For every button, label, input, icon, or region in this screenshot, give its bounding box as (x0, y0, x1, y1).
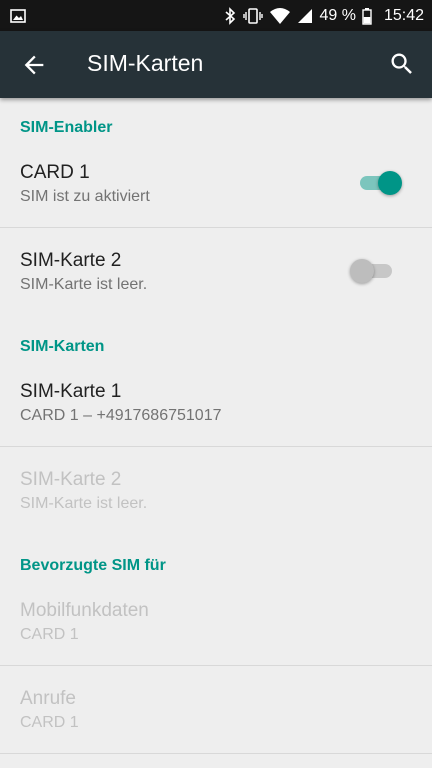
page-title: SIM-Karten (87, 50, 204, 76)
divider (0, 227, 432, 228)
item-subtitle: SIM ist zu aktiviert (20, 188, 150, 205)
list-item-sim-karte-2: SIM-Karte 2 SIM-Karte ist leer. (0, 457, 432, 534)
item-subtitle: SIM-Karte ist leer. (20, 495, 148, 512)
item-title: Mobilfunkdaten (20, 600, 149, 621)
item-subtitle: CARD 1 (20, 626, 79, 643)
item-subtitle: SIM-Karte ist leer. (20, 276, 148, 293)
list-item-sim-karte-2-enabler[interactable]: SIM-Karte 2 SIM-Karte ist leer. (0, 238, 432, 315)
gallery-icon (10, 9, 26, 23)
divider (0, 446, 432, 447)
vibrate-icon (243, 7, 264, 24)
search-icon[interactable] (388, 50, 416, 78)
list-item-card-1-enabler[interactable]: CARD 1 SIM ist zu aktiviert (0, 150, 432, 227)
section-header-sim-enabler: SIM-Enabler (20, 119, 113, 136)
item-title: CARD 1 (20, 162, 90, 183)
switch-thumb (350, 259, 374, 283)
divider (0, 753, 432, 754)
wifi-icon (270, 7, 291, 24)
clock: 15:42 (383, 6, 424, 24)
divider (0, 665, 432, 666)
card-1-toggle[interactable] (356, 168, 402, 198)
item-subtitle: CARD 1 – +4917686751017 (20, 407, 222, 424)
item-title: SIM-Karte 2 (20, 469, 122, 490)
item-subtitle: CARD 1 (20, 714, 79, 731)
section-header-sim-karten: SIM-Karten (20, 338, 105, 355)
status-bar: 49 % 15:42 (0, 0, 432, 31)
arrow-back-icon[interactable] (20, 51, 48, 79)
item-title: SIM-Karte 2 (20, 250, 122, 271)
list-item-sim-karte-1[interactable]: SIM-Karte 1 CARD 1 – +4917686751017 (0, 369, 432, 446)
bluetooth-icon (225, 6, 236, 25)
item-title: SIM-Karte 1 (20, 381, 122, 402)
list-item-mobilfunkdaten: Mobilfunkdaten CARD 1 (0, 588, 432, 665)
list-item-anrufe: Anrufe CARD 1 (0, 676, 432, 753)
signal-icon (298, 8, 313, 23)
battery-icon (362, 7, 372, 25)
switch-thumb (378, 171, 402, 195)
sim-karte-2-toggle[interactable] (350, 256, 396, 286)
battery-percentage: 49 % (319, 6, 356, 24)
item-title: Anrufe (20, 688, 76, 709)
section-header-preferred-sim: Bevorzugte SIM für (20, 557, 166, 574)
app-bar: SIM-Karten (0, 31, 432, 98)
